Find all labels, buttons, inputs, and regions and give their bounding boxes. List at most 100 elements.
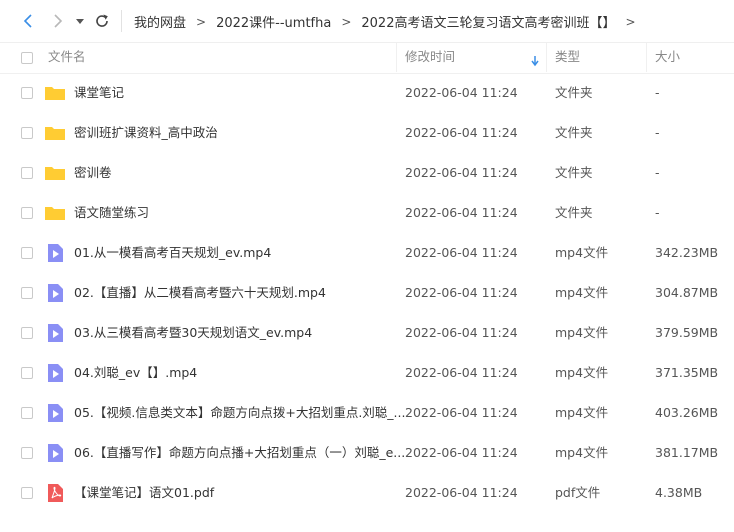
column-modified-header[interactable]: 修改时间 — [405, 43, 455, 73]
row-checkbox[interactable] — [21, 327, 33, 339]
file-name[interactable]: 【课堂笔记】语文01.pdf — [74, 473, 214, 513]
refresh-icon — [96, 14, 108, 27]
file-size: 4.38MB — [655, 485, 703, 500]
row-checkbox[interactable] — [21, 287, 33, 299]
row-checkbox[interactable] — [21, 87, 33, 99]
file-modified-time: 2022-06-04 11:24 — [405, 205, 518, 220]
file-size: 379.59MB — [655, 325, 719, 340]
file-name[interactable]: 密训卷 — [74, 153, 112, 193]
file-modified-time: 2022-06-04 11:24 — [405, 325, 518, 340]
back-button[interactable] — [18, 11, 38, 31]
file-row[interactable]: 密训班扩课资料_高中政治 2022-06-04 11:24 文件夹 - — [0, 113, 734, 153]
file-type: pdf文件 — [555, 485, 601, 500]
row-checkbox[interactable] — [21, 207, 33, 219]
column-size-header[interactable]: 大小 — [655, 43, 680, 73]
file-name[interactable]: 01.从一模看高考百天规划_ev.mp4 — [74, 233, 271, 273]
file-row[interactable]: 密训卷 2022-06-04 11:24 文件夹 - — [0, 153, 734, 193]
file-name[interactable]: 03.从三模看高考暨30天规划语文_ev.mp4 — [74, 313, 312, 353]
toolbar-separator — [121, 10, 122, 32]
file-modified-time: 2022-06-04 11:24 — [405, 405, 518, 420]
breadcrumb-item-root[interactable]: 我的网盘 — [134, 12, 186, 31]
file-type: mp4文件 — [555, 405, 609, 420]
video-file-icon — [44, 322, 66, 344]
file-row[interactable]: 课堂笔记 2022-06-04 11:24 文件夹 - — [0, 73, 734, 113]
breadcrumb-item-current[interactable]: 2022高考语文三轮复习语文高考密训班【】 — [361, 12, 615, 31]
toolbar: 我的网盘 > 2022课件--umtfha > 2022高考语文三轮复习语文高考… — [0, 0, 734, 42]
file-type: mp4文件 — [555, 445, 609, 460]
folder-icon — [44, 122, 66, 144]
file-row[interactable]: 04.刘聪_ev【】.mp4 2022-06-04 11:24 mp4文件 371.3… — [0, 353, 734, 393]
file-size: 304.87MB — [655, 285, 719, 300]
breadcrumb-arrow: > — [196, 14, 207, 29]
file-size: - — [655, 125, 660, 140]
column-separator — [396, 43, 397, 72]
file-type: 文件夹 — [555, 85, 593, 100]
file-row[interactable]: 05.【视频.信息类文本】命题方向点拨+大招划重点.刘聪_... 2022-06-… — [0, 393, 734, 433]
refresh-button[interactable] — [92, 11, 112, 31]
video-file-icon — [44, 282, 66, 304]
folder-icon — [44, 202, 66, 224]
file-modified-time: 2022-06-04 11:24 — [405, 245, 518, 260]
video-file-icon — [44, 362, 66, 384]
file-row[interactable]: 03.从三模看高考暨30天规划语文_ev.mp4 2022-06-04 11:24… — [0, 313, 734, 353]
file-type: 文件夹 — [555, 205, 593, 220]
file-size: - — [655, 205, 660, 220]
forward-button[interactable] — [48, 11, 68, 31]
file-name[interactable]: 04.刘聪_ev【】.mp4 — [74, 353, 197, 393]
video-file-icon — [44, 442, 66, 464]
file-modified-time: 2022-06-04 11:24 — [405, 485, 518, 500]
file-size: - — [655, 85, 660, 100]
pdf-file-icon — [44, 482, 66, 504]
file-size: 371.35MB — [655, 365, 719, 380]
row-checkbox[interactable] — [21, 247, 33, 259]
folder-icon — [44, 162, 66, 184]
file-type: mp4文件 — [555, 325, 609, 340]
file-size: 403.26MB — [655, 405, 719, 420]
file-modified-time: 2022-06-04 11:24 — [405, 85, 518, 100]
file-modified-time: 2022-06-04 11:24 — [405, 365, 518, 380]
breadcrumb-item-course[interactable]: 2022课件--umtfha — [216, 12, 331, 31]
file-type: 文件夹 — [555, 165, 593, 180]
file-name[interactable]: 05.【视频.信息类文本】命题方向点拨+大招划重点.刘聪_... — [74, 393, 405, 433]
row-checkbox[interactable] — [21, 407, 33, 419]
row-checkbox[interactable] — [21, 367, 33, 379]
row-checkbox[interactable] — [21, 487, 33, 499]
file-row[interactable]: 02.【直播】从二模看高考暨六十天规划.mp4 2022-06-04 11:24 m… — [0, 273, 734, 313]
chevron-left-icon — [23, 14, 32, 28]
file-type: mp4文件 — [555, 285, 609, 300]
file-size: - — [655, 165, 660, 180]
file-type: 文件夹 — [555, 125, 593, 140]
column-header: 文件名 修改时间 类型 大小 — [0, 43, 734, 74]
file-type: mp4文件 — [555, 365, 609, 380]
file-name[interactable]: 课堂笔记 — [74, 73, 124, 113]
breadcrumb: 我的网盘 > 2022课件--umtfha > 2022高考语文三轮复习语文高考… — [134, 12, 646, 32]
file-name[interactable]: 06.【直播写作】命题方向点播+大招划重点（一）刘聪_e... — [74, 433, 405, 473]
file-modified-time: 2022-06-04 11:24 — [405, 285, 518, 300]
video-file-icon — [44, 242, 66, 264]
breadcrumb-arrow: > — [625, 14, 636, 29]
file-name[interactable]: 语文随堂练习 — [74, 193, 149, 233]
caret-down-icon — [76, 19, 84, 24]
history-dropdown-button[interactable] — [72, 11, 88, 31]
breadcrumb-arrow: > — [341, 14, 352, 29]
row-checkbox[interactable] — [21, 167, 33, 179]
select-all-checkbox[interactable] — [21, 52, 33, 64]
file-modified-time: 2022-06-04 11:24 — [405, 125, 518, 140]
file-type: mp4文件 — [555, 245, 609, 260]
file-row[interactable]: 语文随堂练习 2022-06-04 11:24 文件夹 - — [0, 193, 734, 233]
column-name-header[interactable]: 文件名 — [48, 43, 86, 73]
column-type-header[interactable]: 类型 — [555, 43, 580, 73]
row-checkbox[interactable] — [21, 127, 33, 139]
video-file-icon — [44, 402, 66, 424]
folder-icon — [44, 82, 66, 104]
file-modified-time: 2022-06-04 11:24 — [405, 445, 518, 460]
file-row[interactable]: 01.从一模看高考百天规划_ev.mp4 2022-06-04 11:24 mp4文… — [0, 233, 734, 273]
arrow-down-icon — [530, 52, 540, 71]
file-name[interactable]: 密训班扩课资料_高中政治 — [74, 113, 218, 153]
row-checkbox[interactable] — [21, 447, 33, 459]
file-name[interactable]: 02.【直播】从二模看高考暨六十天规划.mp4 — [74, 273, 326, 313]
file-row[interactable]: 【课堂笔记】语文01.pdf 2022-06-04 11:24 pdf文件 4.38M… — [0, 473, 734, 513]
file-row[interactable]: 06.【直播写作】命题方向点播+大招划重点（一）刘聪_e... 2022-06-0… — [0, 433, 734, 473]
file-modified-time: 2022-06-04 11:24 — [405, 165, 518, 180]
column-separator — [546, 43, 547, 72]
